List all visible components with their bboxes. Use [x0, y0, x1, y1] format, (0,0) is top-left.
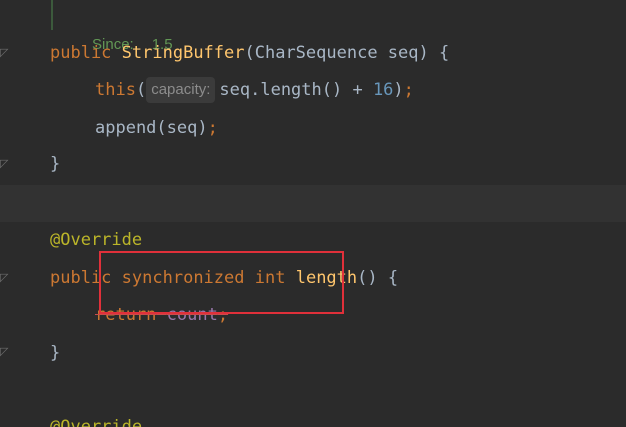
code-editor[interactable]: ◸ ◸ ◸ ◸ Since: 1.5 public StringBuffer(Ch… [0, 0, 626, 427]
parameter-hint: capacity: [146, 77, 216, 103]
keyword-this: this [95, 80, 136, 100]
annotation-override: @Override [50, 230, 143, 250]
keyword-return: return [95, 305, 157, 325]
semicolon: ; [217, 305, 229, 325]
expression: seq.length() + [219, 80, 373, 100]
current-line[interactable] [0, 185, 626, 222]
keyword-public: public [50, 268, 112, 288]
semicolon: ; [207, 118, 218, 138]
code-line[interactable]: this(capacity: seq.length() + 16); [0, 72, 626, 109]
code-line-content: this(capacity: seq.length() + 16); [95, 72, 414, 109]
keyword-public: public [50, 43, 112, 63]
code-line[interactable]: } [0, 335, 626, 372]
code-line[interactable]: public synchronized int length() { [0, 260, 626, 297]
javadoc-block: Since: 1.5 [0, 0, 626, 53]
paren-close: ) [393, 80, 404, 100]
code-line-content: public StringBuffer(CharSequence seq) { [50, 35, 449, 72]
semicolon: ; [403, 80, 414, 100]
javadoc-since: Since: 1.5 [67, 0, 173, 53]
keyword-synchronized: synchronized [121, 268, 245, 288]
code-line-content: public synchronized int length() { [50, 260, 398, 297]
code-line[interactable]: public StringBuffer(CharSequence seq) { [0, 35, 626, 72]
code-line-content: append(seq); [95, 110, 218, 147]
closing-brace: } [50, 154, 61, 174]
constructor-params: (CharSequence seq) { [244, 43, 450, 63]
method-name: length [295, 268, 358, 288]
code-line[interactable]: append(seq); [0, 110, 626, 147]
annotation-override: @Override [50, 417, 143, 427]
paren-open: ( [135, 80, 147, 100]
javadoc-bar [51, 0, 53, 30]
code-line[interactable]: @Override [0, 409, 626, 427]
number-literal: 16 [372, 80, 394, 100]
method-call: append(seq) [95, 118, 208, 138]
code-line[interactable]: } [0, 146, 626, 183]
code-line-content: return count; [95, 297, 228, 334]
constructor-name: StringBuffer [121, 43, 245, 63]
field-count: count [166, 305, 218, 325]
keyword-int: int [254, 268, 286, 288]
code-line[interactable]: @Override [0, 222, 626, 259]
closing-brace: } [50, 343, 61, 363]
method-params: () { [357, 268, 399, 288]
code-line[interactable]: return count; [0, 297, 626, 334]
